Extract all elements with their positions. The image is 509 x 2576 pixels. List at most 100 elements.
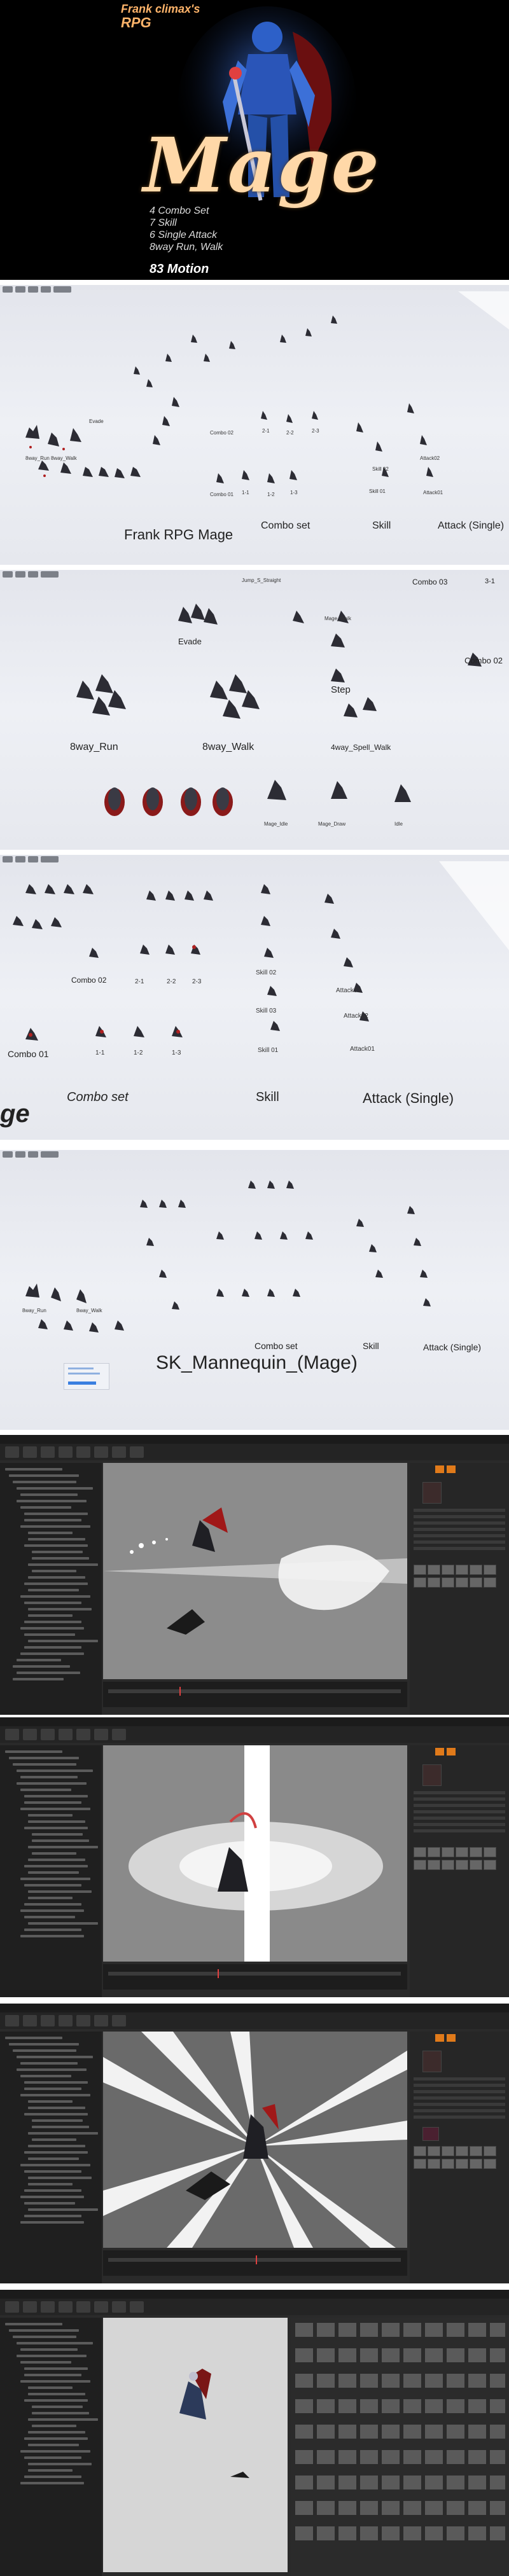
skeleton-tree-panel xyxy=(0,1463,102,1715)
animation-preview-viewport[interactable] xyxy=(103,1463,407,1679)
details-panel xyxy=(410,1745,509,1997)
walk-label: 8way_Walk xyxy=(76,1308,102,1313)
label: 1-3 xyxy=(290,490,298,495)
motion-count: 83 Motion xyxy=(150,262,209,276)
hero-brand: Frank climax's RPG xyxy=(121,3,200,31)
label: 1-2 xyxy=(267,492,275,497)
evade-label: Evade xyxy=(178,637,202,646)
attack-pose-preview xyxy=(103,1463,407,1679)
animation-overview-viewport: Frank RPG Mage Combo set Skill Attack (S… xyxy=(0,285,509,565)
panel1-skill-label: Skill xyxy=(372,520,391,531)
label: 2-2 xyxy=(167,978,176,985)
panel4-combo-label: Combo set xyxy=(254,1341,298,1351)
run-label: 8way_Run xyxy=(22,1308,46,1313)
editor-titlebar xyxy=(0,2290,509,2299)
label: Skill 03 xyxy=(256,1008,277,1014)
combo01-label: Combo 01 xyxy=(8,1049,49,1059)
feature-item: 6 Single Attack xyxy=(150,230,218,240)
editor-toolbar xyxy=(0,1444,509,1460)
feature-list: 4 Combo Set 7 Skill 6 Single Attack 8way… xyxy=(150,205,223,253)
label: 2-3 xyxy=(192,978,202,985)
feature-item: 8way Run, Walk xyxy=(150,242,223,253)
locomotion-viewport: Evade 8way_Run 8way_Walk Step 4way_Spell… xyxy=(0,570,509,850)
idle-label: Idle xyxy=(394,821,403,827)
brand-line2: RPG xyxy=(121,15,151,31)
jump-label: Jump_S_Straight xyxy=(242,578,281,583)
spell-pose-preview xyxy=(103,1745,407,1962)
label: Skill 01 xyxy=(258,1047,279,1054)
label: 1-1 xyxy=(95,1049,105,1056)
mage-walk-label: Mage_Walk xyxy=(324,616,351,621)
label: 8way_Walk xyxy=(51,455,77,461)
label: Attack03 xyxy=(336,987,361,994)
label: 8way_Run xyxy=(25,455,50,461)
label: Combo 01 xyxy=(210,492,234,497)
mannequin-title: SK_Mannequin_(Mage) xyxy=(156,1352,358,1373)
content-browser-grid[interactable] xyxy=(291,2318,509,2576)
editor-screenshot-4 xyxy=(0,2290,509,2576)
label: Attack02 xyxy=(344,1013,368,1020)
label: Evade xyxy=(89,419,104,424)
panel3-attack-label: Attack (Single) xyxy=(363,1090,454,1106)
label: Attack01 xyxy=(350,1046,375,1053)
editor-titlebar xyxy=(0,1717,509,1726)
label: 1-1 xyxy=(242,490,249,495)
label: 2-3 xyxy=(312,428,319,434)
mannequin-viewport: 8way_Run 8way_Walk Combo set Skill Attac… xyxy=(0,1150,509,1430)
combo03-label: Combo 03 xyxy=(412,578,448,586)
details-panel xyxy=(410,2032,509,2283)
editor-toolbar xyxy=(0,1726,509,1743)
panel4-attack-label: Attack (Single) xyxy=(423,1342,482,1352)
editor-toolbar xyxy=(0,2012,509,2029)
burst-pose-preview xyxy=(103,2032,407,2248)
pose-silhouettes xyxy=(25,291,509,483)
spell-walk-label: 4way_Spell_Walk xyxy=(331,743,391,752)
editor-screenshot-3 xyxy=(0,2004,509,2283)
character-preview-viewport[interactable] xyxy=(103,2318,288,2572)
label: 2-2 xyxy=(286,430,294,436)
panel4-skill-label: Skill xyxy=(363,1341,379,1351)
animation-timeline[interactable] xyxy=(103,1682,407,1707)
editor-screenshot-1 xyxy=(0,1435,509,1715)
mage-draw-label: Mage_Draw xyxy=(318,821,346,827)
label: 2-1 xyxy=(135,978,144,985)
label: Skill 02 xyxy=(256,969,277,976)
feature-item: 7 Skill xyxy=(150,218,177,228)
combo02-label: Combo 02 xyxy=(464,656,503,665)
label: 1-3 xyxy=(172,1049,181,1056)
panel1-attack-label: Attack (Single) xyxy=(438,520,505,531)
editor-titlebar xyxy=(0,1435,509,1444)
panel1-main-label: Frank RPG Mage xyxy=(124,527,234,543)
skeleton-tree-panel xyxy=(0,2032,102,2283)
skeleton-tree-panel xyxy=(0,1745,102,1997)
animation-preview-viewport[interactable] xyxy=(103,2032,407,2248)
three-one-label: 3-1 xyxy=(485,578,495,585)
step-label: Step xyxy=(331,684,351,695)
animation-preview-viewport[interactable] xyxy=(103,1745,407,1962)
editor-screenshot-2 xyxy=(0,1717,509,1997)
walk-label: 8way_Walk xyxy=(202,742,254,752)
panel3-skill-label: Skill xyxy=(256,1090,279,1104)
run-label: 8way_Run xyxy=(70,742,118,752)
locomotion-silhouettes xyxy=(76,604,482,816)
editor-toolbar xyxy=(0,2299,509,2315)
combat-closeup-viewport: Combo 01 Combo 02 1-1 1-2 1-3 2-1 2-2 2-… xyxy=(0,855,509,1140)
label: Skill 02 xyxy=(372,466,389,472)
label: Skill 01 xyxy=(369,488,386,494)
label: 1-2 xyxy=(134,1049,143,1056)
panel1-combo-label: Combo set xyxy=(261,520,310,531)
hero-title: Mage xyxy=(143,121,380,209)
mage-idle-label: Mage_Idle xyxy=(264,821,288,827)
asset-thumbnails xyxy=(295,2323,505,2540)
label: 2-1 xyxy=(262,428,270,434)
selection-box xyxy=(64,1363,109,1390)
animation-timeline[interactable] xyxy=(103,1964,407,1990)
hero-banner: Frank climax's RPG Mage 4 Combo Set 7 Sk… xyxy=(0,0,509,280)
label: Attack01 xyxy=(423,490,443,495)
cropped-title: ge xyxy=(0,1100,30,1128)
combo02-label: Combo 02 xyxy=(71,976,107,985)
feature-item: 4 Combo Set xyxy=(150,205,209,216)
animation-timeline[interactable] xyxy=(103,2250,407,2276)
label: Attack02 xyxy=(420,455,440,461)
panel3-combo-label: Combo set xyxy=(67,1090,129,1104)
